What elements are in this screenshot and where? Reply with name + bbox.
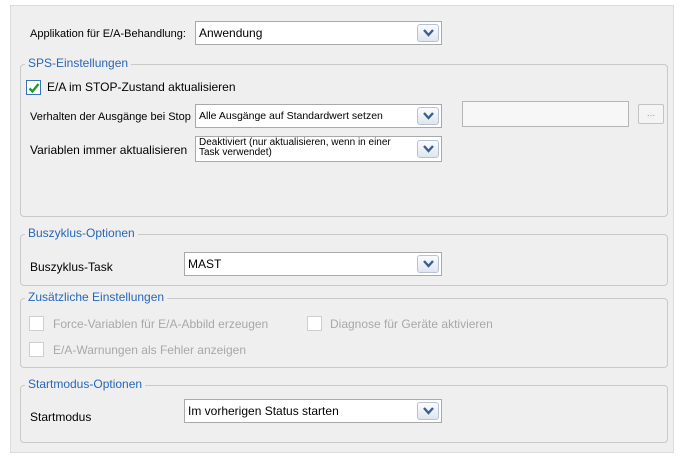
diagnose-label: Diagnose für Geräte aktivieren: [330, 317, 493, 331]
checkmark-icon: [28, 83, 40, 94]
stop-update-label: E/A im STOP-Zustand aktualisieren: [47, 80, 236, 94]
chevron-down-icon[interactable]: [417, 255, 439, 273]
chevron-down-icon[interactable]: [417, 402, 439, 420]
start-mode-combo[interactable]: Im vorherigen Status starten: [184, 399, 442, 423]
warnings-label: E/A-Warnungen als Fehler anzeigen: [53, 343, 246, 357]
app-combo[interactable]: Anwendung: [195, 21, 442, 45]
force-vars-checkbox[interactable]: [29, 316, 44, 331]
warnings-checkbox[interactable]: [29, 342, 44, 357]
diagnose-checkbox[interactable]: [307, 316, 322, 331]
outputs-label: Verhalten der Ausgänge bei Stop: [30, 111, 191, 123]
sps-group-title: SPS-Einstellungen: [25, 56, 132, 70]
bus-task-value: MAST: [188, 257, 222, 271]
outputs-value-field[interactable]: [462, 101, 629, 127]
outputs-combo-value: Alle Ausgänge auf Standardwert setzen: [199, 110, 383, 122]
variables-combo[interactable]: Deaktiviert (nur aktualisieren, wenn in …: [195, 136, 442, 162]
app-combo-value: Anwendung: [199, 26, 263, 40]
outputs-combo[interactable]: Alle Ausgänge auf Standardwert setzen: [195, 104, 442, 128]
bus-task-combo[interactable]: MAST: [184, 252, 442, 276]
extra-group-title: Zusätzliche Einstellungen: [25, 290, 168, 304]
start-mode-value: Im vorherigen Status starten: [188, 404, 339, 418]
bus-group-title: Buszyklus-Optionen: [25, 226, 138, 240]
chevron-down-icon[interactable]: [417, 107, 439, 125]
bus-task-label: Buszyklus-Task: [30, 260, 113, 274]
chevron-down-icon[interactable]: [417, 24, 439, 42]
force-vars-label: Force-Variablen für E/A-Abbild erzeugen: [53, 317, 269, 331]
app-label: Applikation für E/A-Behandlung:: [30, 28, 186, 40]
start-group-title: Startmodus-Optionen: [25, 377, 146, 391]
chevron-down-icon[interactable]: [417, 140, 439, 158]
start-mode-label: Startmodus: [30, 410, 92, 424]
extra-group: [20, 298, 668, 368]
stop-update-checkbox[interactable]: [26, 80, 41, 95]
variables-combo-value: Deaktiviert (nur aktualisieren, wenn in …: [199, 137, 391, 158]
browse-button[interactable]: ...: [638, 104, 664, 124]
variables-label: Variablen immer aktualisieren: [30, 143, 188, 157]
